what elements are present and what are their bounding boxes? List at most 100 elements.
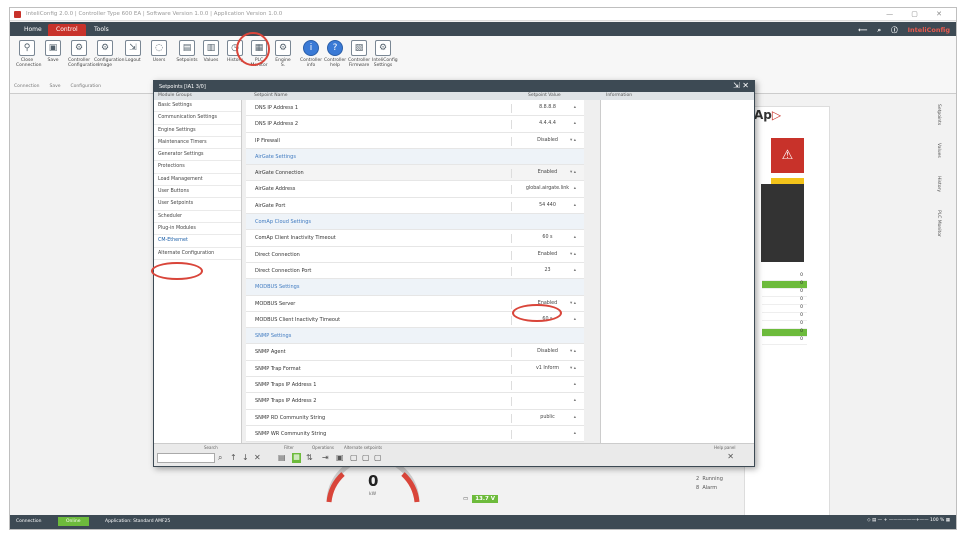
info-dot-icon[interactable]: ▴ [574, 105, 576, 110]
ribbon-button-logout[interactable]: ⇲ Logout [122, 40, 144, 63]
up-arrow-icon[interactable]: ↑ [230, 453, 237, 462]
category-item[interactable]: Engine Settings [154, 125, 241, 137]
setpoint-row[interactable]: Direct Connection Port 23 ▴ [244, 262, 600, 280]
category-item[interactable]: Communication Settings [154, 112, 241, 125]
dialog-controls[interactable]: ⇲ ✕ [733, 81, 749, 90]
setpoint-row[interactable]: ComAp Client Inactivity Timeout 60 s ▴ [244, 230, 600, 247]
info-dot-icon[interactable]: ▴ [574, 186, 576, 191]
setpoint-value[interactable]: public [511, 413, 583, 423]
info-dot-icon[interactable]: ▴ [574, 415, 576, 420]
setpoint-value[interactable]: 4.4.4.4 [511, 120, 583, 130]
group-header-row[interactable]: ComAp Cloud Settings [244, 214, 600, 231]
clear-icon[interactable]: ✕ [254, 453, 261, 462]
setpoint-row[interactable]: DNS IP Address 1 8.8.8.8 ▴ [244, 100, 600, 117]
setpoint-row[interactable]: SNMP Traps IP Address 2 ▴ [244, 393, 600, 410]
setpoint-value[interactable]: global.airgate.link [511, 185, 583, 195]
side-tab[interactable]: Values [936, 143, 941, 158]
search-input[interactable] [157, 453, 215, 463]
setpoint-row[interactable]: SNMP Agent Disabled ▾ ▴ [244, 344, 600, 361]
ribbon-button-label: Controller info [300, 58, 323, 68]
group-header-row[interactable]: AirGate Settings [244, 148, 600, 166]
chevron-down-icon[interactable]: ▾ ▴ [570, 252, 576, 257]
setpoint-row[interactable]: AirGate Address global.airgate.link ▴ [244, 181, 600, 198]
ribbon-button-setpoints[interactable]: ▤ Setpoints [176, 40, 198, 63]
info-dot-icon[interactable]: ▴ [574, 317, 576, 322]
ribbon-button-help[interactable]: ? Controller help [324, 40, 346, 68]
setpoint-value[interactable] [511, 429, 583, 439]
category-item[interactable]: Basic Settings [154, 100, 241, 113]
ribbon-button-engine[interactable]: ⚙ Engine S. [272, 40, 294, 68]
info-dot-icon[interactable]: ▴ [574, 382, 576, 387]
row-background: ComAp Cloud Settings [246, 214, 584, 231]
setpoint-value[interactable]: 23 [511, 266, 583, 276]
alt-3-icon[interactable]: ▢ [374, 453, 382, 462]
category-item[interactable]: Load Management [154, 174, 241, 187]
setpoint-value[interactable]: 54 440 [511, 201, 583, 211]
setpoint-value[interactable] [511, 397, 583, 407]
category-item[interactable]: User Buttons [154, 186, 241, 199]
group-header-row[interactable]: SNMP Settings [244, 328, 600, 345]
setpoint-value[interactable]: 60 s [511, 234, 583, 244]
info-dot-icon[interactable]: ▴ [574, 268, 576, 273]
zoom-control[interactable]: ◇ ▤ — + ——————+—— 100 % ▦ [867, 518, 950, 523]
category-item[interactable]: Scheduler [154, 211, 241, 223]
setpoint-row[interactable]: AirGate Connection Enabled ▾ ▴ [244, 165, 600, 182]
export-icon[interactable]: ⇥ [322, 453, 329, 462]
chevron-down-icon[interactable]: ▾ ▴ [570, 349, 576, 354]
filter-icon[interactable]: ▤ [278, 453, 286, 462]
ribbon-button-image-gear[interactable]: ⚙ Configuration Image [94, 40, 125, 68]
info-dot-icon[interactable]: ▴ [574, 203, 576, 208]
setpoint-value[interactable]: 8.8.8.8 [511, 104, 583, 113]
tab-control[interactable]: Control [48, 24, 86, 36]
ribbon-button-settings[interactable]: ⚙ InteliConfig Settings [372, 40, 398, 68]
compare-icon[interactable]: ▣ [336, 453, 344, 462]
close-help-icon[interactable]: ✕ [727, 452, 734, 461]
title-bar: InteliConfig 2.0.0 | Controller Type 600… [10, 8, 956, 21]
tab-tools[interactable]: Tools [86, 24, 117, 36]
ribbon-button-gear[interactable]: ⚙ Controller Configuration [68, 40, 99, 68]
info-dot-icon[interactable]: ▴ [574, 121, 576, 126]
category-item[interactable]: Plug-in Modules [154, 223, 241, 236]
chevron-down-icon[interactable]: ▾ ▴ [570, 366, 576, 371]
chevron-down-icon[interactable]: ▾ ▴ [570, 301, 576, 306]
setpoint-row[interactable]: AirGate Port 54 440 ▴ [244, 197, 600, 215]
operations-icon[interactable]: ⇅ [306, 453, 313, 462]
setpoint-row[interactable]: SNMP Trap Format v1 Inform ▾ ▴ [244, 360, 600, 378]
info-dot-icon[interactable]: ▴ [574, 431, 576, 436]
category-item[interactable]: User Setpoints [154, 198, 241, 211]
setpoint-row[interactable]: IP Firewall Disabled ▾ ▴ [244, 132, 600, 149]
ribbon-button-firmware[interactable]: ▧ Controller Firmware [348, 40, 370, 68]
tab-home[interactable]: Home [16, 24, 50, 36]
side-tab[interactable]: History [936, 176, 941, 192]
info-dot-icon[interactable]: ▴ [574, 398, 576, 403]
search-icon[interactable]: ⌕ [218, 453, 222, 463]
ribbon-button-plug[interactable]: ⚲ Close Connection [16, 40, 41, 68]
chevron-down-icon[interactable]: ▾ ▴ [570, 170, 576, 175]
setpoint-value[interactable] [511, 381, 583, 391]
setpoint-row[interactable]: SNMP WR Community String ▴ [244, 425, 600, 443]
setpoint-row[interactable]: SNMP RD Community String public ▴ [244, 409, 600, 426]
alt-2-icon[interactable]: ▢ [362, 453, 370, 462]
side-tab[interactable]: Setpoints [936, 104, 941, 125]
category-item[interactable]: Maintenance Timers [154, 137, 241, 150]
down-arrow-icon[interactable]: ↓ [242, 453, 249, 462]
group-header-row[interactable]: MODBUS Settings [244, 279, 600, 296]
header-user[interactable]: ⟵ ⌕ ⓘ InteliConfig [848, 24, 950, 35]
ribbon-button-users[interactable]: ◌ Users [148, 40, 170, 63]
category-item[interactable]: CM-Ethernet [154, 235, 241, 248]
category-item[interactable]: Protections [154, 161, 241, 174]
setpoint-row[interactable]: SNMP Traps IP Address 1 ▴ [244, 377, 600, 394]
setpoint-row[interactable]: DNS IP Address 2 4.4.4.4 ▴ [244, 116, 600, 133]
alt-1-icon[interactable]: ▢ [350, 453, 358, 462]
filter-active-icon[interactable]: ▦ [292, 453, 301, 463]
category-item[interactable]: Generator Settings [154, 149, 241, 162]
ribbon-button-info[interactable]: i Controller info [300, 40, 322, 68]
side-tab[interactable]: PLC Monitor [936, 210, 941, 237]
ribbon-button-save[interactable]: ▣ Save [42, 40, 64, 63]
setpoint-row[interactable]: Direct Connection Enabled ▾ ▴ [244, 246, 600, 263]
info-dot-icon[interactable]: ▴ [574, 235, 576, 240]
ribbon-button-values[interactable]: ▥ Values [200, 40, 222, 63]
category-item[interactable]: Alternate Configuration [154, 248, 241, 260]
chevron-down-icon[interactable]: ▾ ▴ [570, 138, 576, 143]
window-controls[interactable]: — ▢ ✕ [886, 10, 950, 18]
